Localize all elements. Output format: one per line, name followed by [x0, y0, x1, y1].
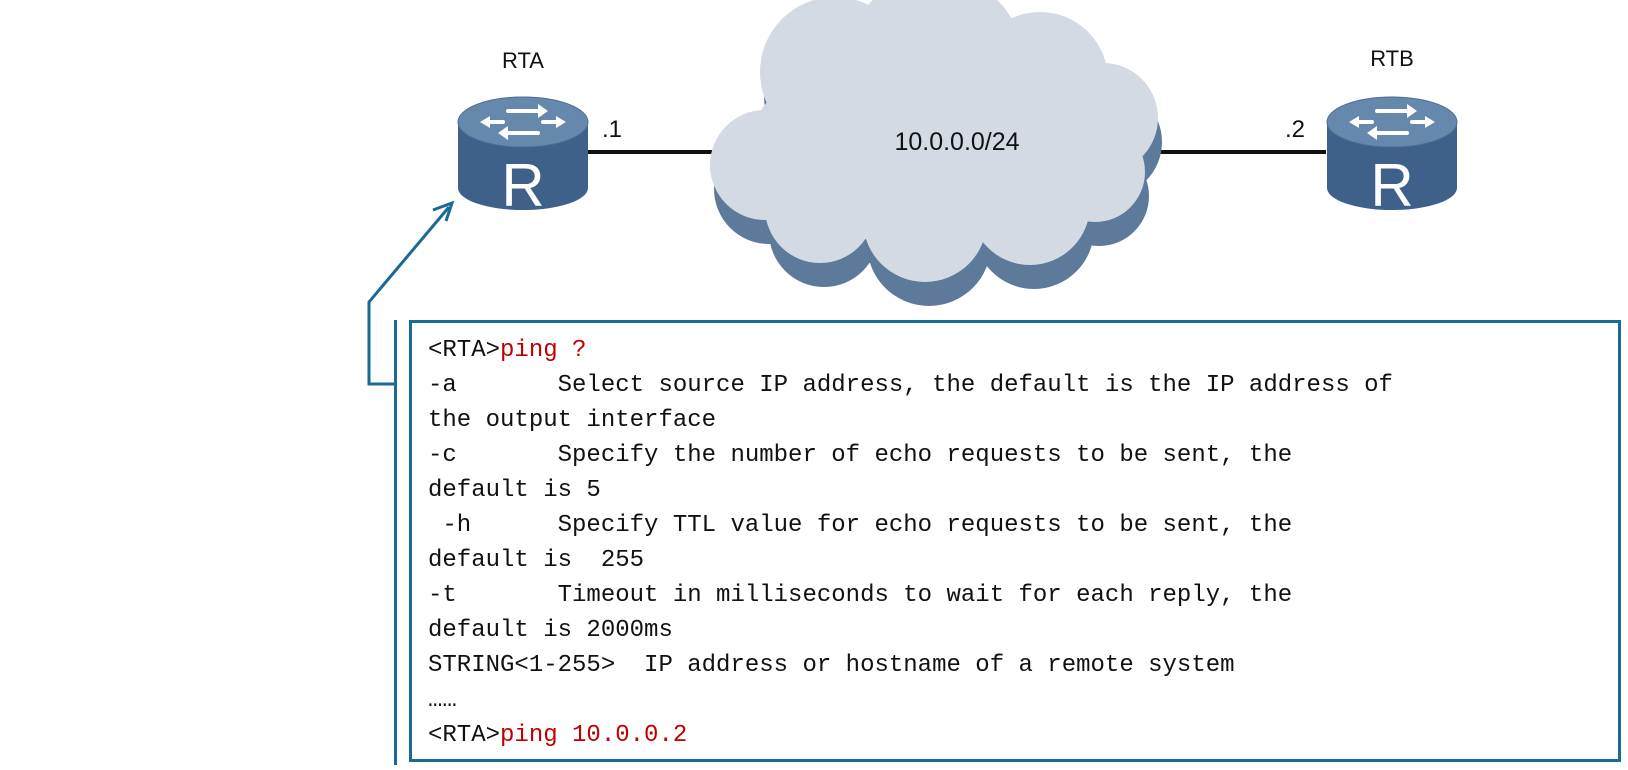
- router-icon: R: [1326, 96, 1458, 219]
- router-rtb: RTB R .2: [1285, 46, 1458, 219]
- terminal-command: ping 10.0.0.2: [500, 722, 688, 749]
- terminal-prompt: <RTA>: [428, 722, 501, 749]
- terminal-line: default is 5: [428, 473, 1393, 508]
- terminal-line: STRING<1-255> IP address or hostname of …: [428, 648, 1393, 683]
- terminal-line: <RTA>ping 10.0.0.2: [428, 718, 1393, 753]
- router-rtb-symbol: R: [1370, 152, 1413, 219]
- router-rta-symbol: R: [501, 152, 544, 219]
- terminal-line: <RTA>ping ?: [428, 333, 1393, 368]
- terminal-command: ping ?: [500, 337, 587, 364]
- terminal-line: ……: [428, 683, 1393, 718]
- network-label: 10.0.0.0/24: [894, 128, 1019, 156]
- router-rtb-interface: .2: [1285, 116, 1305, 143]
- terminal-text: the output interface: [428, 407, 717, 434]
- terminal-text: default is 255: [428, 547, 645, 574]
- terminal-text: -t Timeout in milliseconds to wait for e…: [428, 582, 1293, 609]
- terminal-text: default is 2000ms: [428, 617, 673, 644]
- terminal-bracket: [394, 320, 397, 765]
- terminal-line: default is 2000ms: [428, 613, 1393, 648]
- router-rtb-name: RTB: [1370, 46, 1414, 71]
- router-rta-interface: .1: [602, 116, 622, 143]
- router-rta-name: RTA: [502, 48, 544, 73]
- router-rta: RTA R .1: [457, 48, 622, 219]
- terminal-text: -c Specify the number of echo requests t…: [428, 442, 1293, 469]
- terminal-line: -t Timeout in milliseconds to wait for e…: [428, 578, 1393, 613]
- terminal-text: ……: [428, 687, 457, 714]
- terminal-text: -h Specify TTL value for echo requests t…: [428, 512, 1293, 539]
- terminal-line: the output interface: [428, 403, 1393, 438]
- router-icon: R: [457, 96, 589, 219]
- terminal-output-box: <RTA>ping ? -a Select source IP address, …: [409, 320, 1621, 762]
- terminal-line: -a Select source IP address, the default…: [428, 368, 1393, 403]
- terminal-line: -c Specify the number of echo requests t…: [428, 438, 1393, 473]
- terminal-line: -h Specify TTL value for echo requests t…: [428, 508, 1393, 543]
- terminal-text: -a Select source IP address, the default…: [428, 372, 1393, 399]
- terminal-line: default is 255: [428, 543, 1393, 578]
- terminal-prompt: <RTA>: [428, 337, 501, 364]
- terminal-text: default is 5: [428, 477, 601, 504]
- terminal-text: STRING<1-255> IP address or hostname of …: [428, 652, 1235, 679]
- terminal-lines: <RTA>ping ? -a Select source IP address, …: [428, 333, 1393, 753]
